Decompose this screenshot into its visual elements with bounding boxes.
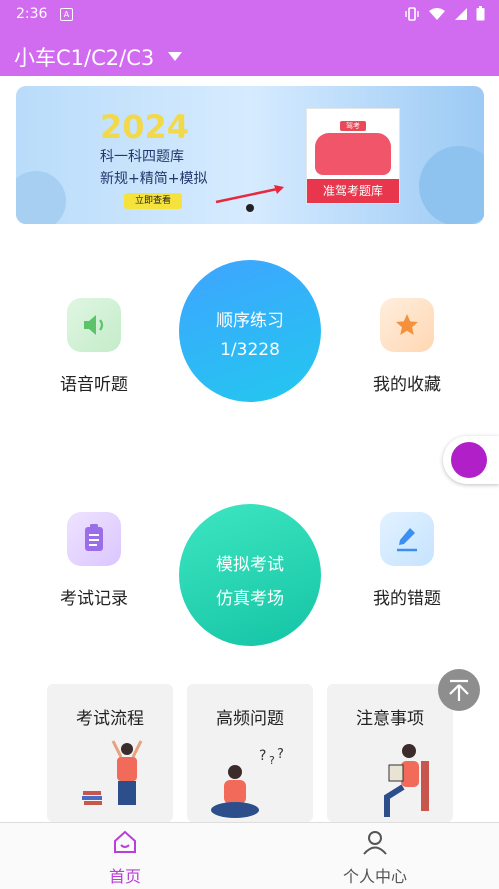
exam-process-card[interactable]: 考试流程 (47, 684, 173, 822)
back-to-top-button[interactable] (438, 669, 480, 711)
home-icon (114, 830, 136, 853)
svg-text:?: ? (269, 754, 275, 767)
speaker-icon (67, 298, 121, 352)
banner-view-button[interactable]: 立即查看 (124, 193, 182, 209)
sequential-practice-title: 顺序练习 (216, 311, 284, 331)
vibrate-icon (405, 6, 419, 21)
subject-four-badge[interactable] (443, 436, 499, 484)
exam-records-label: 考试记录 (60, 589, 128, 609)
battery-icon (476, 6, 485, 21)
banner-decoration (16, 171, 66, 224)
app-promo-card: 驾考 准驾考题库 (306, 108, 400, 204)
banner-page-indicator (246, 204, 254, 212)
car-icon (315, 133, 391, 175)
signal-icon (455, 7, 467, 20)
edit-pen-icon (380, 512, 434, 566)
tab-home-label: 首页 (108, 867, 141, 886)
app-bar: 小车C1/C2/C3 (0, 30, 499, 76)
voice-questions-button[interactable]: 语音听题 (34, 298, 154, 395)
banner-year: 2024 (100, 108, 190, 146)
notes-title: 注意事项 (356, 709, 424, 729)
tab-home[interactable]: 首页 (65, 823, 185, 889)
mock-exam-button[interactable]: 模拟考试 仿真考场 (179, 504, 321, 646)
frequent-questions-title: 高频问题 (216, 709, 284, 729)
person-with-books-illustration (82, 740, 143, 805)
tab-profile[interactable]: 个人中心 (315, 823, 435, 889)
exam-records-button[interactable]: 考试记录 (34, 512, 154, 609)
status-time: 2:36 (16, 6, 48, 22)
status-bar: 2:36 A (0, 0, 499, 30)
mock-exam-subtitle: 仿真考场 (216, 589, 284, 609)
badge-emblem (451, 442, 487, 478)
banner-decoration (419, 146, 484, 224)
arrow-up-icon (449, 679, 469, 701)
wifi-icon (429, 7, 445, 20)
card-tag: 驾考 (340, 121, 366, 131)
person-icon (363, 831, 387, 855)
voice-questions-label: 语音听题 (60, 375, 128, 395)
bottom-tab-bar: 首页 个人中心 (0, 822, 499, 889)
red-arrow-icon (215, 185, 284, 204)
banner-line1: 科一科四题库 (100, 149, 184, 165)
my-favorites-button[interactable]: 我的收藏 (347, 298, 467, 395)
sequential-practice-button[interactable]: 顺序练习 1/3228 (179, 260, 321, 402)
dropdown-arrow-icon[interactable] (168, 52, 182, 61)
tab-profile-label: 个人中心 (342, 867, 407, 886)
clipboard-icon (67, 512, 121, 566)
promo-banner[interactable]: 2024 科一科四题库 新规+精简+模拟 立即查看 驾考 准驾考题库 (16, 86, 484, 224)
my-mistakes-label: 我的错题 (373, 589, 441, 609)
thinking-person-illustration: ? ? ? (211, 747, 284, 818)
svg-text:?: ? (259, 748, 266, 764)
exam-process-title: 考试流程 (76, 709, 144, 729)
mock-exam-title: 模拟考试 (216, 555, 284, 575)
my-mistakes-button[interactable]: 我的错题 (347, 512, 467, 609)
notes-card[interactable]: 注意事项 (327, 684, 453, 822)
reading-person-illustration (384, 744, 429, 817)
notification-a-icon: A (60, 8, 73, 21)
my-favorites-label: 我的收藏 (373, 375, 441, 395)
star-icon (380, 298, 434, 352)
svg-text:?: ? (277, 747, 284, 762)
card-title: 准驾考题库 (307, 179, 399, 203)
sequential-practice-progress: 1/3228 (220, 340, 280, 360)
banner-line2: 新规+精简+模拟 (100, 171, 208, 187)
status-icons (404, 6, 485, 21)
frequent-questions-card[interactable]: 高频问题 ? ? ? (187, 684, 313, 822)
license-type-selector[interactable]: 小车C1/C2/C3 (14, 42, 154, 72)
